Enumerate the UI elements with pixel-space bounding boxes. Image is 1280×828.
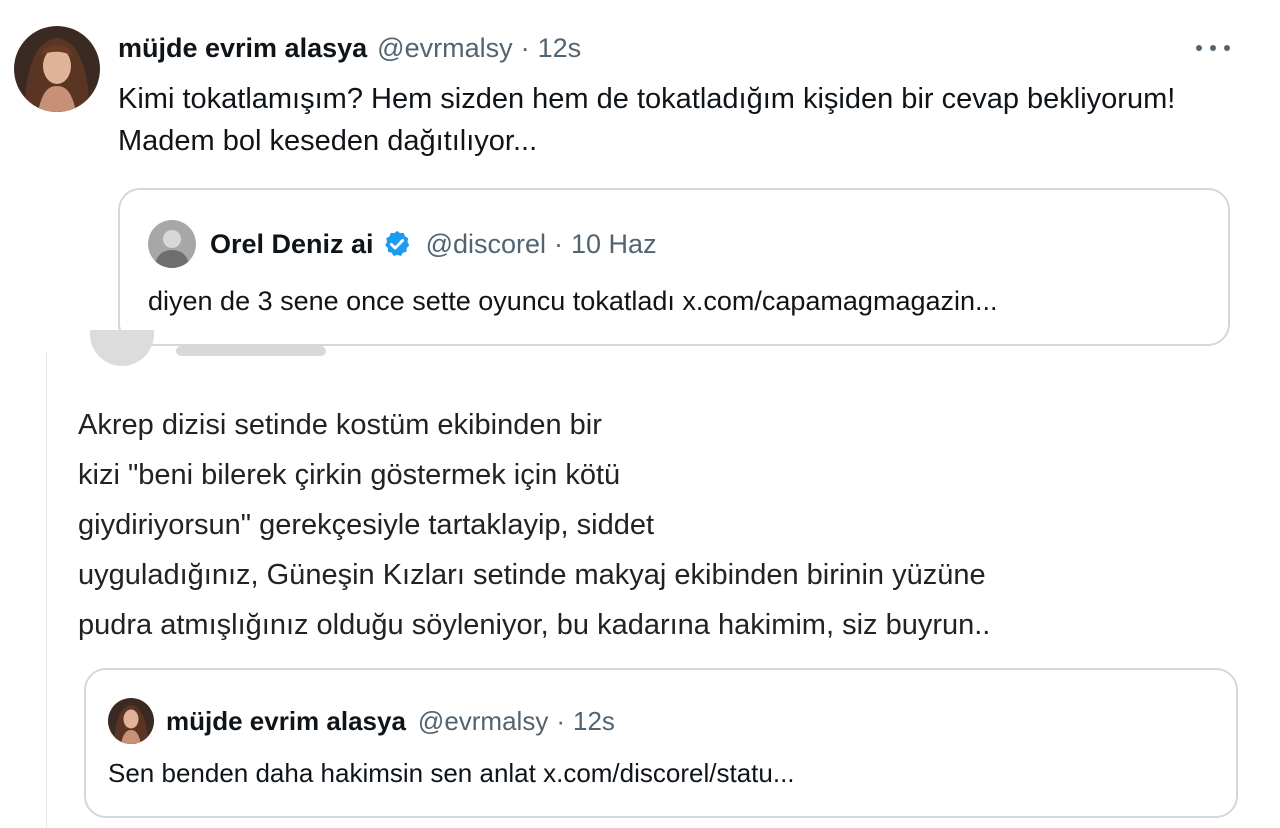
quoted-author-avatar: [108, 698, 154, 744]
quoted-tweet-header: Orel Deniz ai @discorel · 10 Haz: [148, 220, 657, 268]
verified-badge-icon: [384, 230, 409, 256]
tweet-header: müjde evrim alasya @evrmalsy · 12s: [118, 30, 581, 66]
reply-text-line: giydiriyorsun" gerekçesiyle tartaklayip,…: [78, 509, 655, 541]
tweet-text: Kimi tokatlamışım? Hem sizden hem de tok…: [118, 83, 1176, 157]
dot-shape: [1210, 45, 1216, 51]
screenshot-composite: müjde evrim alasya @evrmalsy · 12s Kimi …: [0, 0, 1280, 828]
quoted-author-handle: @discorel: [425, 228, 547, 259]
reply-text-line: kizi "beni bilerek çirkin göstermek için…: [78, 459, 621, 491]
quoted-author-name: Orel Deniz ai: [210, 228, 374, 259]
quoted-tweet-text: diyen de 3 sene once sette oyuncu tokatl…: [148, 286, 998, 316]
quoted-tweet-header: müjde evrim alasya @evrmalsy · 12s: [108, 698, 615, 744]
main-tweet[interactable]: müjde evrim alasya @evrmalsy · 12s Kimi …: [0, 0, 1280, 352]
separator-dot: ·: [556, 705, 565, 736]
quoted-tweet-timestamp: 12s: [573, 705, 615, 736]
quoted-tweet-card[interactable]: Orel Deniz ai @discorel · 10 Haz diyen d…: [118, 188, 1230, 346]
more-horizontal-icon[interactable]: [1196, 40, 1230, 56]
tweet-timestamp[interactable]: 12s: [538, 33, 582, 64]
quoted-author-avatar: [148, 220, 196, 268]
author-avatar[interactable]: [14, 26, 100, 112]
quoted-tweet-timestamp: 10 Haz: [571, 228, 657, 259]
reply-quoted-tweet-card[interactable]: müjde evrim alasya @evrmalsy · 12s Sen b…: [84, 668, 1238, 818]
reply-text-line: pudra atmışlığınız olduğu söyleniyor, bu…: [78, 609, 991, 641]
author-handle[interactable]: @evrmalsy: [377, 33, 512, 64]
quoted-tweet-text: Sen benden daha hakimsin sen anlat x.com…: [108, 758, 795, 788]
reply-tweet-text: Akrep dizisi setinde kostüm ekibinden bi…: [78, 400, 1238, 650]
reply-text-line: uyguladığınız, Güneşin Kızları setinde m…: [78, 559, 986, 591]
dot-shape: [1224, 45, 1230, 51]
quoted-author-handle: @evrmalsy: [417, 705, 549, 736]
author-name[interactable]: müjde evrim alasya: [118, 33, 367, 64]
separator-dot: ·: [520, 32, 530, 63]
separator-dot: ·: [554, 228, 564, 259]
dot-shape: [1196, 45, 1202, 51]
cropped-header: [176, 346, 326, 356]
quoted-author-name: müjde evrim alasya: [166, 705, 406, 736]
reply-text-line: Akrep dizisi setinde kostüm ekibinden bi…: [78, 409, 602, 441]
